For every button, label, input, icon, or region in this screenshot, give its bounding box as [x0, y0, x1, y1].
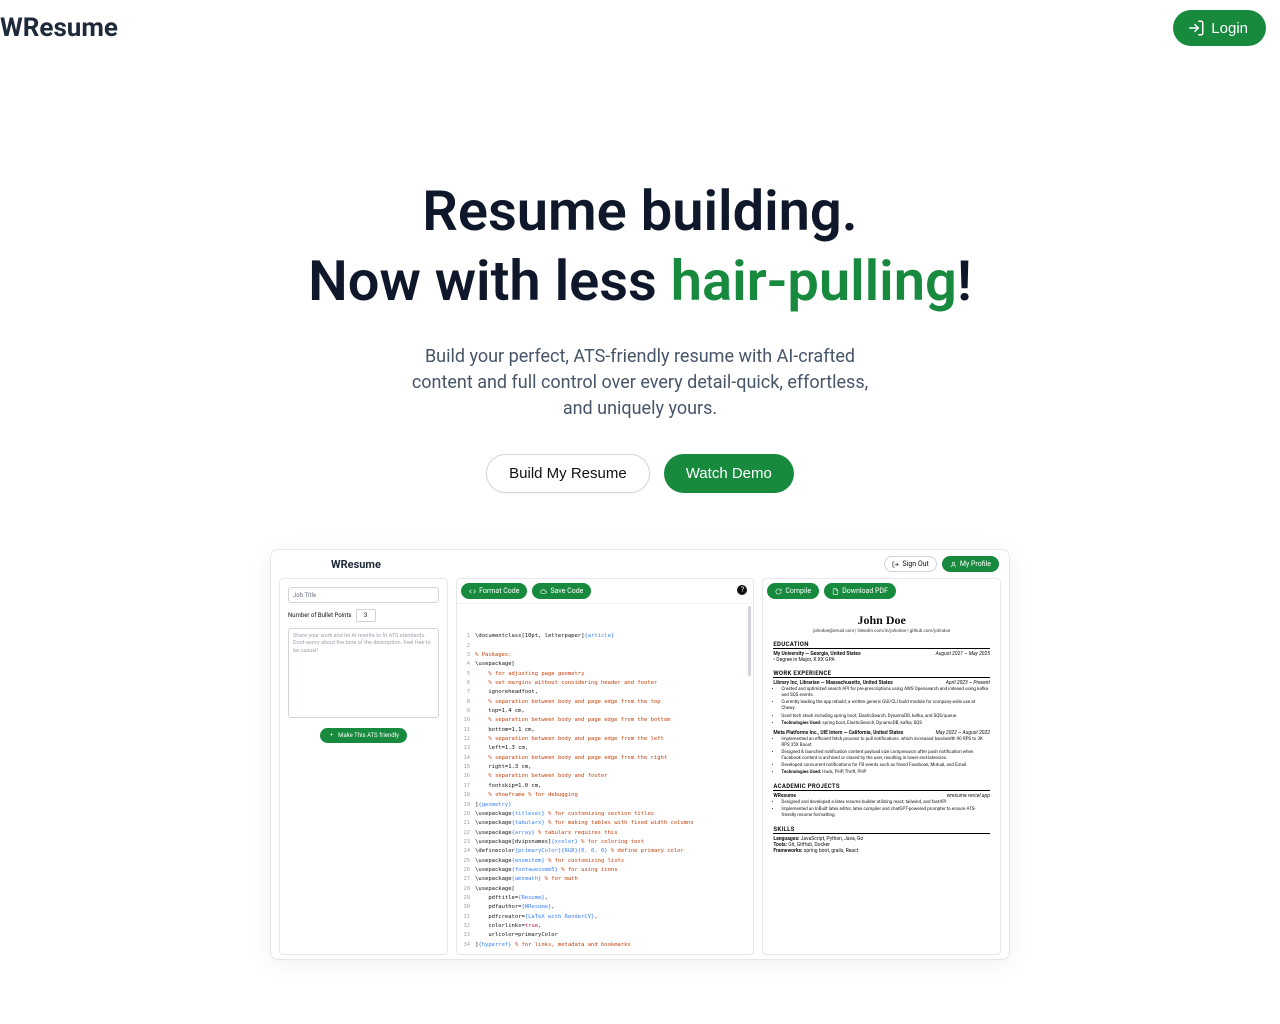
- compile-label: Compile: [785, 587, 811, 595]
- compile-button: Compile: [767, 583, 819, 599]
- login-label: Login: [1211, 20, 1248, 37]
- bullet-label: Number of Bullet Points: [288, 612, 352, 619]
- resume-name: John Doe: [773, 613, 990, 628]
- edu-date: August 2021 – May 2025: [936, 651, 990, 657]
- product-screenshot-header: WResume Sign Out My Profile: [271, 550, 1009, 578]
- bullet-count: 3: [356, 609, 376, 622]
- preview-pane: Compile Download PDF John Doe johndoe@em…: [762, 578, 1001, 955]
- code-editor: 1\documentclass[10pt, letterpaper]{artic…: [457, 603, 753, 954]
- myprofile-button: My Profile: [942, 556, 999, 572]
- hero-title: Resume building. Now with less hair-pull…: [290, 176, 990, 316]
- resume-contact: johndoe@email.com | linkedin.com/in/john…: [773, 629, 990, 634]
- build-resume-button[interactable]: Build My Resume: [486, 454, 650, 493]
- download-label: Download PDF: [842, 587, 888, 595]
- format-label: Format Code: [479, 587, 519, 595]
- work2-b1: Implemented an efficient fetch process t…: [781, 737, 990, 749]
- product-brand: WResume: [331, 558, 381, 571]
- signout-label: Sign Out: [902, 560, 928, 568]
- work2-tech: Technologies Used: Hack, PHP, Thrift, PH…: [781, 770, 990, 776]
- work2-date: May 2022 – August 2022: [936, 730, 990, 736]
- header: WResume Login: [0, 0, 1280, 56]
- hero-title-line2-post: !: [957, 248, 972, 314]
- signout-icon: [892, 561, 899, 568]
- job-title-input: Job Title: [288, 587, 439, 603]
- section-projects: ACADEMIC PROJECTS: [773, 783, 990, 791]
- share-textarea: Share your work and let AI rewrite to fi…: [288, 628, 439, 718]
- watch-demo-button[interactable]: Watch Demo: [664, 454, 794, 493]
- proj-link: wresume.vercel.app: [947, 793, 990, 799]
- work2-b2: Designed & launched notification content…: [781, 750, 990, 762]
- sparkle-icon: [328, 732, 335, 739]
- proj-name: WResume: [773, 793, 796, 799]
- hero-title-line2-pre: Now with less: [308, 248, 671, 314]
- cloud-icon: [540, 588, 547, 595]
- login-icon: [1187, 19, 1205, 37]
- login-button[interactable]: Login: [1173, 10, 1266, 46]
- save-label: Save Code: [550, 587, 583, 595]
- code-pane: Format Code Save Code ? 1\documentclass[…: [456, 578, 754, 955]
- format-code-button: Format Code: [461, 583, 527, 599]
- hero-subtitle: Build your perfect, ATS-friendly resume …: [410, 344, 870, 422]
- format-icon: [469, 588, 476, 595]
- skills-fw: Frameworks: spring boot, grails, React: [773, 848, 990, 854]
- section-work: WORK EXPERIENCE: [773, 670, 990, 678]
- cta-row: Build My Resume Watch Demo: [0, 454, 1280, 493]
- work1-b1: Created and optimized search API for pre…: [781, 687, 990, 699]
- work2-role: Meta Platforms Inc., UIE Intern — Califo…: [773, 730, 903, 736]
- proj-b2: Implemented an InBuilt latex editor, lat…: [781, 807, 990, 819]
- work1-tech: Technologies Used: spring boot, ElasticS…: [781, 721, 990, 727]
- work2-b3: Developed concurrent notifications for F…: [781, 763, 990, 769]
- work1-role: Library Inc, Librarian — Massachusetts, …: [773, 680, 892, 686]
- download-pdf-button: Download PDF: [824, 583, 896, 599]
- hero-title-accent: hair-pulling: [671, 248, 957, 314]
- hero: Resume building. Now with less hair-pull…: [0, 176, 1280, 493]
- product-screenshot: WResume Sign Out My Profile Job Title Nu…: [270, 549, 1010, 960]
- user-icon: [950, 561, 957, 568]
- hero-title-line1: Resume building.: [422, 178, 857, 244]
- ats-label: Make This ATS friendly: [338, 732, 399, 739]
- proj-b1: Designed and developed a latex resume bu…: [781, 800, 990, 806]
- section-skills: SKILLS: [773, 826, 990, 834]
- section-education: EDUCATION: [773, 641, 990, 649]
- brand-logo[interactable]: WResume: [0, 13, 118, 43]
- myprofile-label: My Profile: [960, 560, 991, 568]
- work1-date: April 2023 – Present: [946, 680, 990, 686]
- edu-degree: • Degree in Major, X.XX GPA: [773, 657, 990, 663]
- file-icon: [832, 588, 839, 595]
- code-scrollbar: [748, 606, 751, 676]
- signout-button: Sign Out: [884, 556, 936, 572]
- refresh-icon: [775, 588, 782, 595]
- ats-button: Make This ATS friendly: [320, 728, 407, 743]
- left-pane: Job Title Number of Bullet Points 3 Shar…: [279, 578, 448, 955]
- resume-preview: John Doe johndoe@email.com | linkedin.co…: [763, 603, 1000, 864]
- save-code-button: Save Code: [532, 583, 591, 599]
- work1-b3: Used tech stack including spring boot, E…: [781, 714, 990, 720]
- work1-b2: Currently leading the app rebuild; a wri…: [781, 700, 990, 712]
